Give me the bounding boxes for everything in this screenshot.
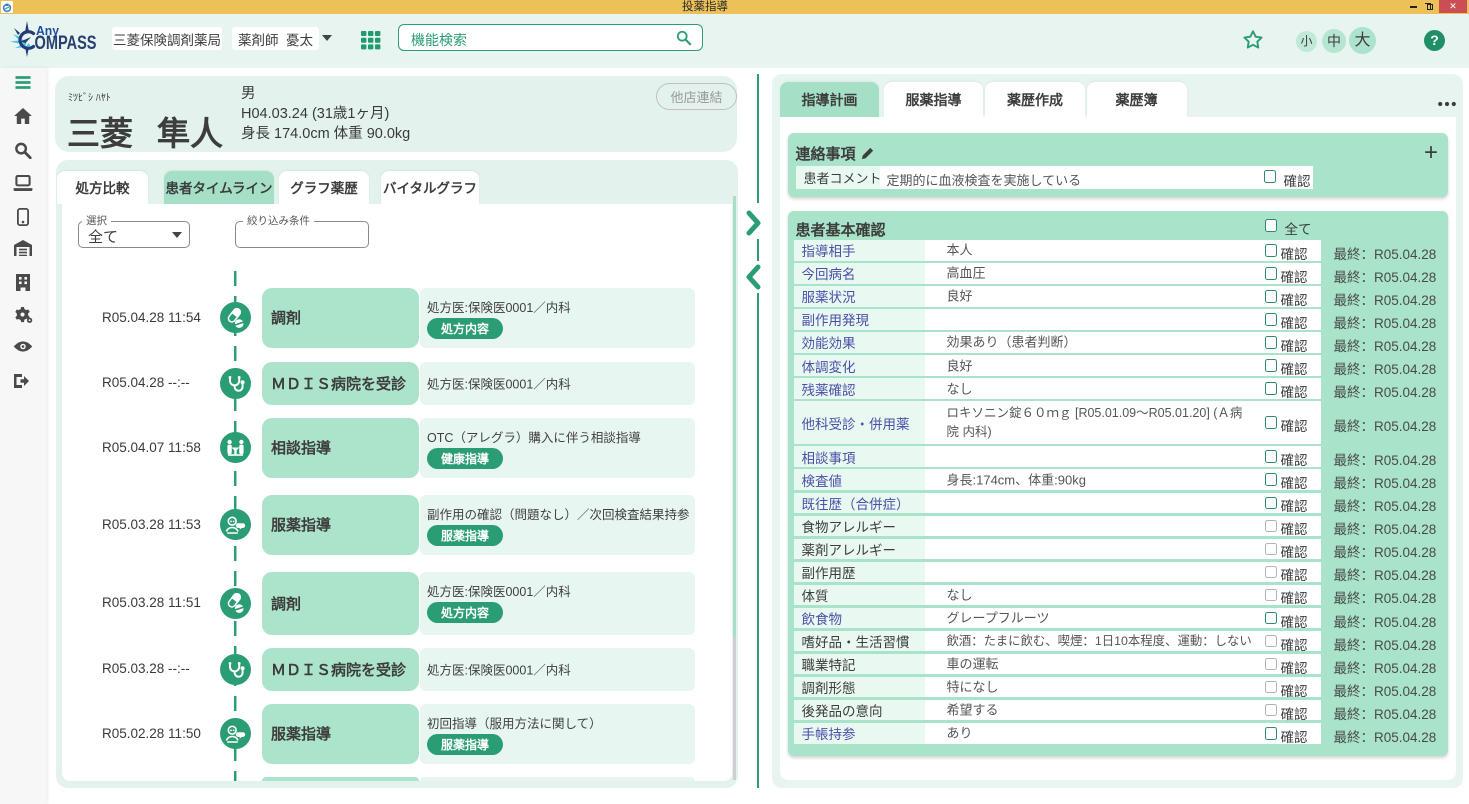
svg-text:OMPASS: OMPASS — [35, 32, 97, 54]
